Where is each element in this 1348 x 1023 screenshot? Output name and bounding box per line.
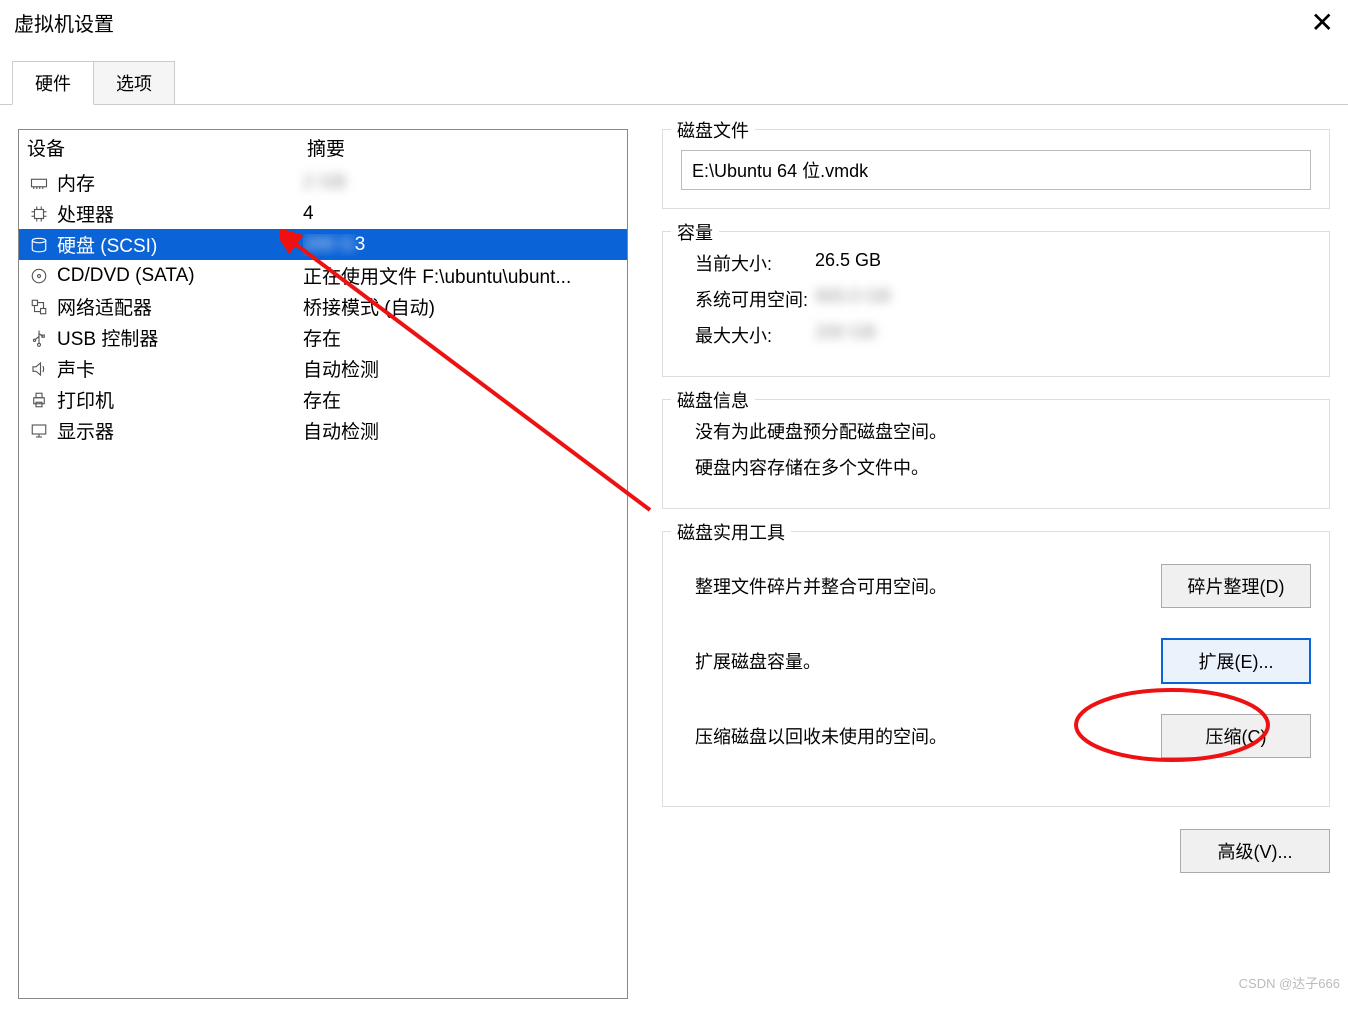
device-label: 内存 bbox=[57, 169, 303, 196]
device-summary: 存在 bbox=[303, 386, 619, 413]
device-row-printer[interactable]: 打印机 存在 bbox=[19, 384, 627, 415]
device-row-display[interactable]: 显示器 自动检测 bbox=[19, 415, 627, 446]
detail-panel: 磁盘文件 E:\Ubuntu 64 位.vmdk 容量 当前大小: 26.5 G… bbox=[662, 129, 1330, 999]
device-summary: 200 G3 bbox=[303, 234, 619, 256]
defrag-button[interactable]: 碎片整理(D) bbox=[1161, 564, 1311, 608]
network-icon bbox=[27, 297, 51, 317]
max-size-label: 最大大小: bbox=[695, 322, 815, 348]
device-list-panel: 设备 摘要 内存 2 GB 处理器 4 硬盘 (SCSI) 200 G3 CD/… bbox=[18, 129, 628, 999]
device-row-memory[interactable]: 内存 2 GB bbox=[19, 167, 627, 198]
device-summary: 自动检测 bbox=[303, 355, 619, 382]
disk-info-title: 磁盘信息 bbox=[671, 387, 755, 413]
close-icon[interactable]: ✕ bbox=[1311, 13, 1334, 33]
device-row-cd[interactable]: CD/DVD (SATA) 正在使用文件 F:\ubuntu\ubunt... bbox=[19, 260, 627, 291]
disk-icon bbox=[27, 235, 51, 255]
disk-file-path[interactable]: E:\Ubuntu 64 位.vmdk bbox=[681, 150, 1311, 190]
device-row-network[interactable]: 网络适配器 桥接模式 (自动) bbox=[19, 291, 627, 322]
expand-button[interactable]: 扩展(E)... bbox=[1161, 638, 1311, 684]
device-summary: 存在 bbox=[303, 324, 619, 351]
advanced-button[interactable]: 高级(V)... bbox=[1180, 829, 1330, 873]
device-row-disk[interactable]: 硬盘 (SCSI) 200 G3 bbox=[19, 229, 627, 260]
disk-file-group: 磁盘文件 E:\Ubuntu 64 位.vmdk bbox=[662, 129, 1330, 209]
tab-strip: 硬件 选项 bbox=[12, 61, 1348, 105]
expand-desc: 扩展磁盘容量。 bbox=[695, 648, 821, 674]
defrag-desc: 整理文件碎片并整合可用空间。 bbox=[695, 573, 947, 599]
capacity-title: 容量 bbox=[671, 219, 719, 245]
header-summary: 摘要 bbox=[307, 134, 619, 161]
watermark-text: CSDN @达子666 bbox=[1239, 973, 1340, 992]
compact-desc: 压缩磁盘以回收未使用的空间。 bbox=[695, 723, 947, 749]
free-space-label: 系统可用空间: bbox=[695, 286, 815, 312]
device-summary: 自动检测 bbox=[303, 417, 619, 444]
device-label: CD/DVD (SATA) bbox=[57, 265, 303, 287]
cpu-icon bbox=[27, 204, 51, 224]
device-row-usb[interactable]: USB 控制器 存在 bbox=[19, 322, 627, 353]
device-label: 硬盘 (SCSI) bbox=[57, 231, 303, 258]
device-row-sound[interactable]: 声卡 自动检测 bbox=[19, 353, 627, 384]
device-label: 处理器 bbox=[57, 200, 303, 227]
device-label: 声卡 bbox=[57, 355, 303, 382]
tab-hardware[interactable]: 硬件 bbox=[12, 61, 94, 105]
max-size-value: 200 GB bbox=[815, 322, 876, 348]
memory-icon bbox=[27, 173, 51, 193]
device-summary: 4 bbox=[303, 203, 619, 225]
header-device: 设备 bbox=[27, 134, 307, 161]
cd-icon bbox=[27, 266, 51, 286]
disk-file-title: 磁盘文件 bbox=[671, 117, 755, 143]
device-label: 网络适配器 bbox=[57, 293, 303, 320]
printer-icon bbox=[27, 390, 51, 410]
tab-options[interactable]: 选项 bbox=[94, 61, 175, 105]
device-summary: 桥接模式 (自动) bbox=[303, 293, 619, 320]
disk-info-group: 磁盘信息 没有为此硬盘预分配磁盘空间。 硬盘内容存储在多个文件中。 bbox=[662, 399, 1330, 509]
compact-button[interactable]: 压缩(C) bbox=[1161, 714, 1311, 758]
disk-info-line1: 没有为此硬盘预分配磁盘空间。 bbox=[695, 418, 1311, 444]
current-size-value: 26.5 GB bbox=[815, 250, 881, 276]
window-title: 虚拟机设置 bbox=[14, 8, 114, 37]
disk-util-title: 磁盘实用工具 bbox=[671, 519, 791, 545]
device-label: 显示器 bbox=[57, 417, 303, 444]
device-summary: 2 GB bbox=[303, 172, 619, 194]
device-label: USB 控制器 bbox=[57, 324, 303, 351]
device-label: 打印机 bbox=[57, 386, 303, 413]
device-row-cpu[interactable]: 处理器 4 bbox=[19, 198, 627, 229]
usb-icon bbox=[27, 328, 51, 348]
sound-icon bbox=[27, 359, 51, 379]
device-summary: 正在使用文件 F:\ubuntu\ubunt... bbox=[303, 262, 619, 289]
current-size-label: 当前大小: bbox=[695, 250, 815, 276]
device-list-header: 设备 摘要 bbox=[19, 130, 627, 167]
display-icon bbox=[27, 421, 51, 441]
disk-info-line2: 硬盘内容存储在多个文件中。 bbox=[695, 454, 1311, 480]
capacity-group: 容量 当前大小: 26.5 GB 系统可用空间: 900.0 GB 最大大小: … bbox=[662, 231, 1330, 377]
free-space-value: 900.0 GB bbox=[815, 286, 891, 312]
disk-util-group: 磁盘实用工具 整理文件碎片并整合可用空间。 碎片整理(D) 扩展磁盘容量。 扩展… bbox=[662, 531, 1330, 807]
